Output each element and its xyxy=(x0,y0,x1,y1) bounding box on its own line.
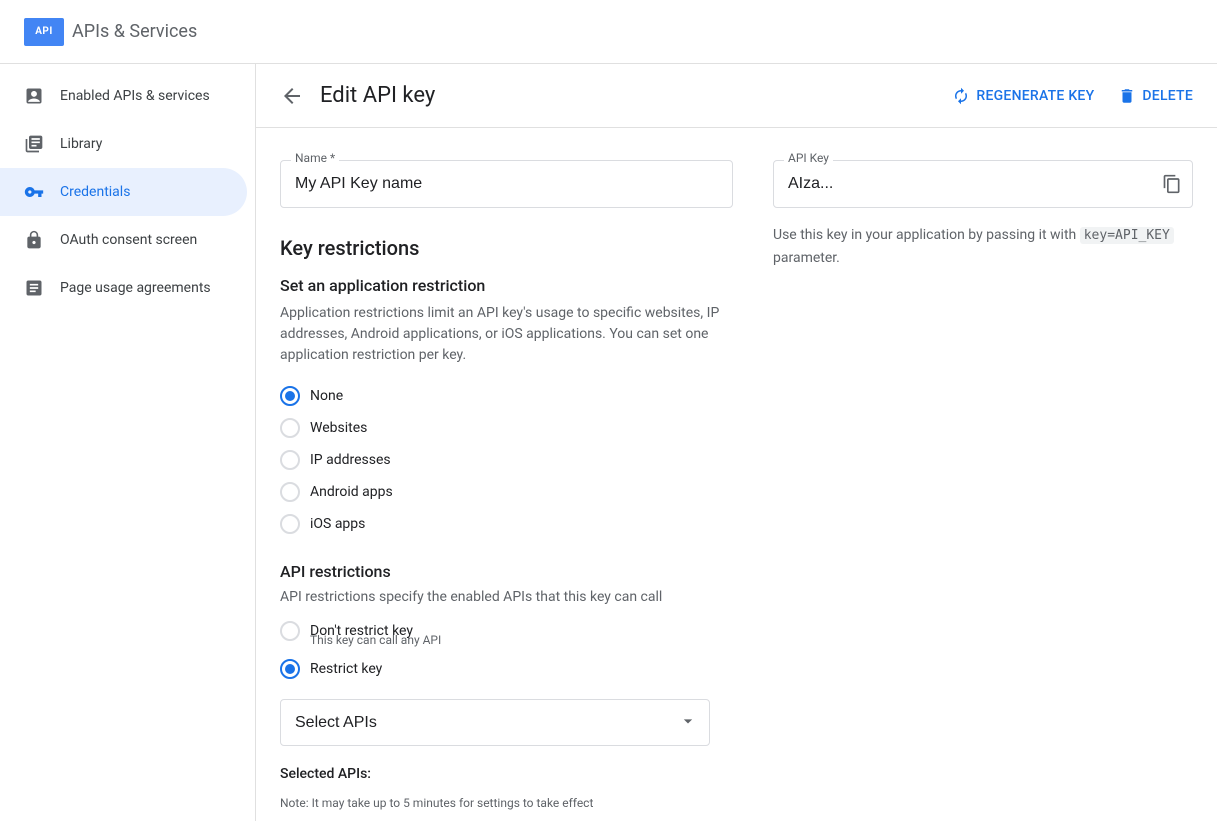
regenerate-key-button[interactable]: REGENERATE KEY xyxy=(952,87,1094,105)
main-layout: Enabled APIs & services Library Credenti… xyxy=(0,64,1217,821)
api-key-field-group: API Key xyxy=(773,160,1193,208)
radio-circle-ios xyxy=(280,514,300,534)
regenerate-key-label: REGENERATE KEY xyxy=(976,88,1094,104)
key-restrictions-section: Key restrictions Set an application rest… xyxy=(280,236,733,782)
sidebar-item-enabled-apis[interactable]: Enabled APIs & services xyxy=(0,72,247,120)
api-key-description: Use this key in your application by pass… xyxy=(773,224,1193,269)
sidebar-item-label: OAuth consent screen xyxy=(60,232,197,248)
right-panel: API Key Use this key in your application… xyxy=(773,160,1193,789)
oauth-icon xyxy=(24,230,44,250)
app-logo: API APIs & Services xyxy=(24,18,197,46)
api-key-input[interactable] xyxy=(774,161,1192,207)
dont-restrict-sublabel: This key can call any API xyxy=(310,633,733,647)
api-restrictions-section: API restrictions API restrictions specif… xyxy=(280,562,733,782)
radio-android-apps[interactable]: Android apps xyxy=(280,482,733,502)
sidebar-item-credentials[interactable]: Credentials xyxy=(0,168,247,216)
api-key-desc-text-2: parameter. xyxy=(773,250,840,266)
select-apis-container: Select APIs xyxy=(280,699,710,746)
api-restrictions-desc: API restrictions specify the enabled API… xyxy=(280,589,733,605)
sidebar: Enabled APIs & services Library Credenti… xyxy=(0,64,256,821)
name-input[interactable] xyxy=(281,161,732,207)
radio-circle-restrict xyxy=(280,659,300,679)
api-key-field-container: API Key xyxy=(773,160,1193,208)
radio-label-restrict: Restrict key xyxy=(310,661,382,677)
app-restriction-radio-group: None Websites IP addresses xyxy=(280,386,733,534)
api-key-desc-text-1: Use this key in your application by pass… xyxy=(773,227,1080,243)
api-key-label: API Key xyxy=(784,151,833,165)
radio-label-android: Android apps xyxy=(310,484,393,500)
radio-ip-addresses[interactable]: IP addresses xyxy=(280,450,733,470)
key-restrictions-title: Key restrictions xyxy=(280,236,733,260)
top-app-bar: API APIs & Services xyxy=(0,0,1217,64)
delete-button[interactable]: DELETE xyxy=(1118,87,1193,105)
radio-circle-ip xyxy=(280,450,300,470)
selected-apis-label: Selected APIs: xyxy=(280,766,733,782)
select-apis-dropdown[interactable]: Select APIs xyxy=(280,699,710,746)
api-logo-box: API xyxy=(24,18,64,46)
page-usage-icon xyxy=(24,278,44,298)
name-field-label: Name * xyxy=(291,151,339,165)
radio-label-ip: IP addresses xyxy=(310,452,391,468)
library-icon xyxy=(24,134,44,154)
sidebar-item-label: Page usage agreements xyxy=(60,280,211,296)
app-restriction-title: Set an application restriction xyxy=(280,276,733,295)
delete-icon xyxy=(1118,87,1136,105)
back-button[interactable] xyxy=(280,84,304,108)
left-panel: Name * Key restrictions Set an applicati… xyxy=(280,160,733,789)
radio-circle-android xyxy=(280,482,300,502)
name-field-container: Name * xyxy=(280,160,733,208)
app-restriction-desc: Application restrictions limit an API ke… xyxy=(280,303,733,366)
delete-label: DELETE xyxy=(1142,88,1193,104)
credentials-icon xyxy=(24,182,44,202)
regenerate-icon xyxy=(952,87,970,105)
radio-dont-restrict-container: Don't restrict key This key can call any… xyxy=(280,621,733,647)
api-key-code: key=API_KEY xyxy=(1080,227,1174,244)
sidebar-item-page-usage[interactable]: Page usage agreements xyxy=(0,264,247,312)
sidebar-item-label: Library xyxy=(60,136,102,152)
sidebar-item-label: Enabled APIs & services xyxy=(60,88,210,104)
app-restriction-section: Set an application restriction Applicati… xyxy=(280,276,733,534)
radio-circle-none xyxy=(280,386,300,406)
name-field-group: Name * xyxy=(280,160,733,208)
radio-label-websites: Websites xyxy=(310,420,367,436)
api-restrictions-title: API restrictions xyxy=(280,562,733,581)
note-text: Note: It may take up to 5 minutes for se… xyxy=(280,794,733,812)
page-header: Edit API key REGENERATE KEY DELETE xyxy=(256,64,1217,128)
sidebar-item-library[interactable]: Library xyxy=(0,120,247,168)
page-content: Name * Key restrictions Set an applicati… xyxy=(256,128,1217,821)
radio-ios-apps[interactable]: iOS apps xyxy=(280,514,733,534)
sidebar-item-label: Credentials xyxy=(60,184,130,200)
radio-none[interactable]: None xyxy=(280,386,733,406)
radio-label-ios: iOS apps xyxy=(310,516,365,532)
page-title: Edit API key xyxy=(320,83,936,108)
copy-button[interactable] xyxy=(1162,174,1182,194)
enabled-apis-icon xyxy=(24,86,44,106)
radio-circle-websites xyxy=(280,418,300,438)
radio-websites[interactable]: Websites xyxy=(280,418,733,438)
app-title: APIs & Services xyxy=(72,21,197,42)
api-restriction-radio-group: Don't restrict key This key can call any… xyxy=(280,621,733,679)
radio-restrict-key[interactable]: Restrict key xyxy=(280,659,733,679)
sidebar-item-oauth[interactable]: OAuth consent screen xyxy=(0,216,247,264)
radio-label-none: None xyxy=(310,388,343,404)
radio-circle-dont-restrict xyxy=(280,621,300,641)
copy-icon xyxy=(1162,174,1182,194)
content-area: Edit API key REGENERATE KEY DELETE xyxy=(256,64,1217,821)
header-actions: REGENERATE KEY DELETE xyxy=(952,87,1193,105)
